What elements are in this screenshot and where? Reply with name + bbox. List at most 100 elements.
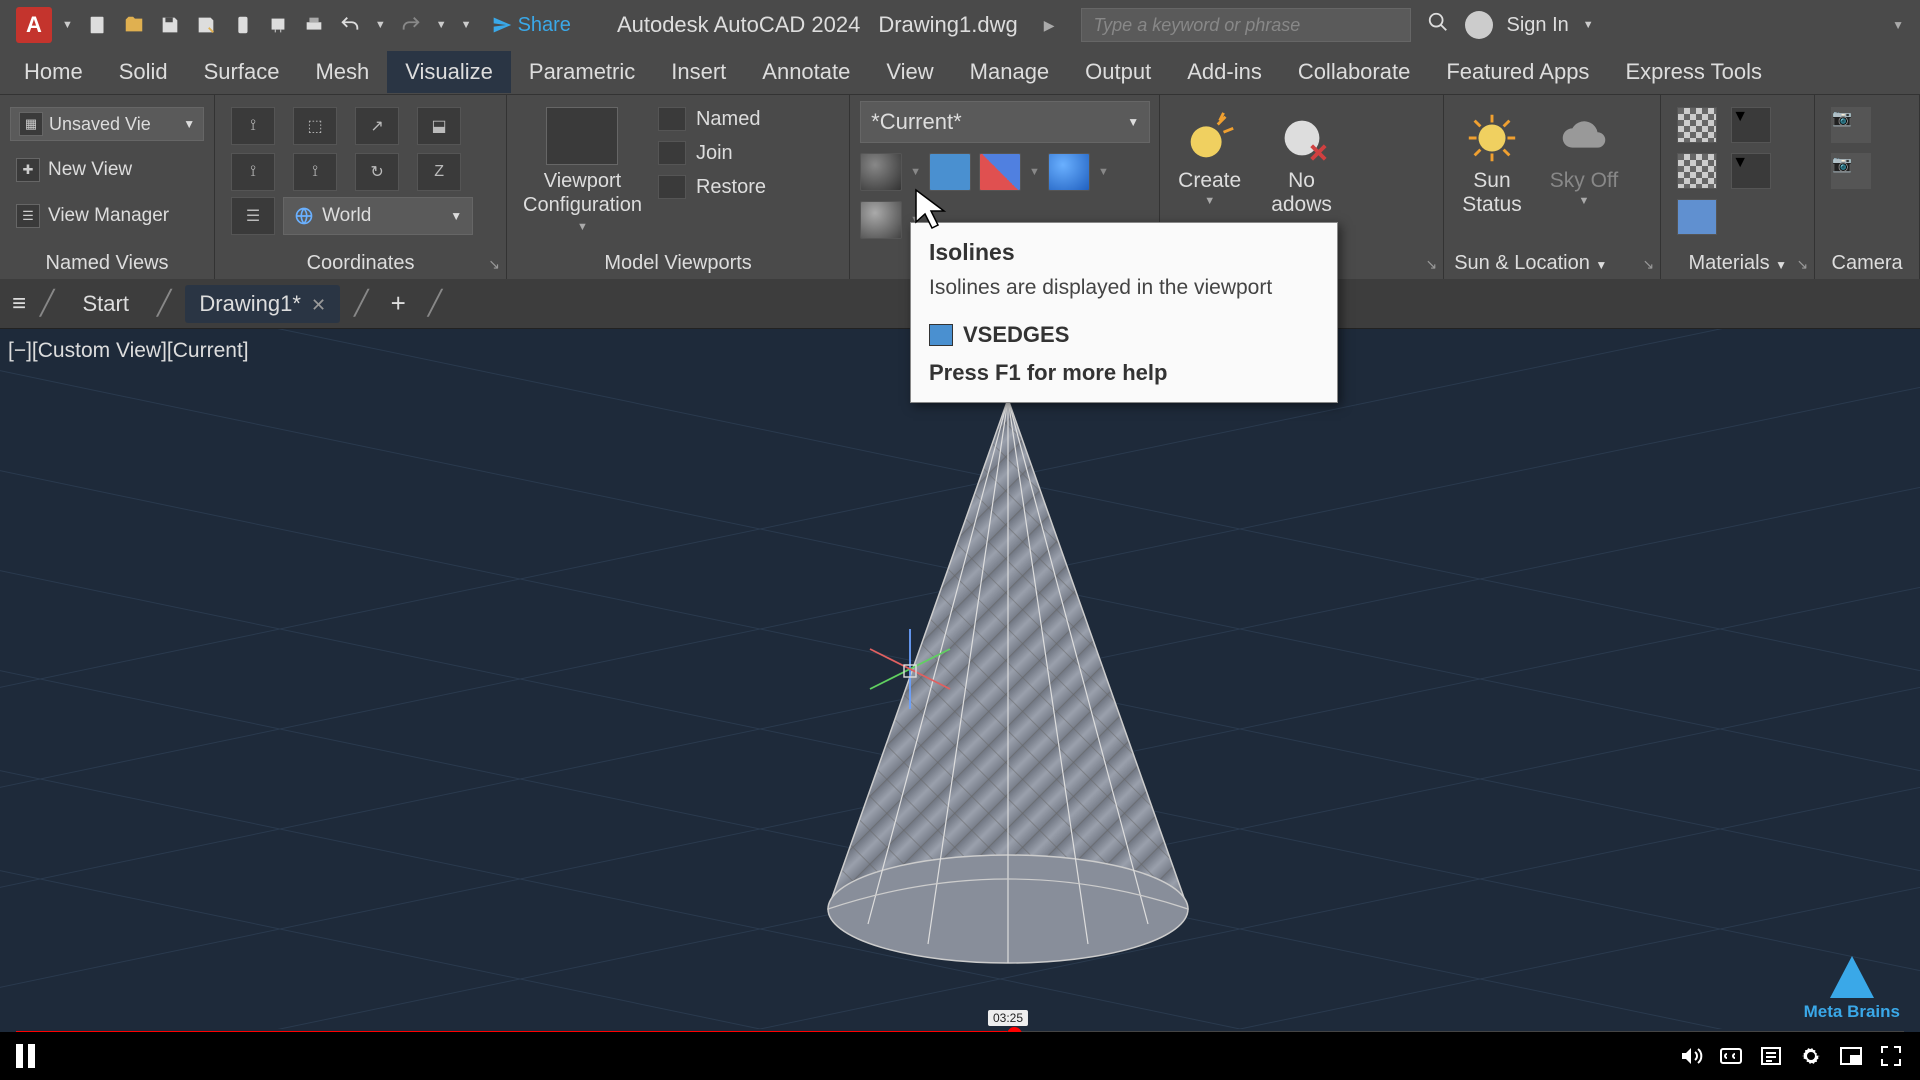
title-bar: A ▼ ▼ ▼ ▼ Share Autodesk AutoCAD 2024 Dr… <box>0 0 1920 50</box>
viewport-named-button[interactable]: Named <box>658 107 766 131</box>
tab-home[interactable]: Home <box>6 51 101 93</box>
panel-sun-location: Sun Status Sky Off ▼ Sun & Location ▼ ↘ <box>1444 95 1661 279</box>
materials-icon-5[interactable] <box>1677 199 1717 235</box>
sun-status-button[interactable]: Sun Status <box>1462 109 1522 217</box>
save-icon[interactable] <box>155 10 185 40</box>
ucs-icon-3[interactable]: ↗ <box>355 107 399 145</box>
panel-label-materials[interactable]: Materials ▼ <box>1661 252 1814 275</box>
tooltip-command: VSEDGES <box>963 322 1069 348</box>
view-combo[interactable]: ▦ Unsaved Vie ▼ <box>10 107 204 141</box>
tab-add-button[interactable]: + <box>383 288 414 319</box>
tab-express-tools[interactable]: Express Tools <box>1607 51 1780 93</box>
transcript-icon[interactable] <box>1758 1043 1784 1069</box>
ucs-icon-8[interactable]: Z <box>417 153 461 191</box>
pip-icon[interactable] <box>1838 1043 1864 1069</box>
undo-icon[interactable] <box>335 10 365 40</box>
app-icon[interactable]: A <box>16 7 52 43</box>
panel-expand-materials[interactable]: ↘ <box>1797 256 1809 273</box>
tab-mesh[interactable]: Mesh <box>297 51 387 93</box>
tab-start[interactable]: Start <box>68 285 142 323</box>
app-title: Autodesk AutoCAD 2024 <box>617 12 860 38</box>
settings-icon[interactable] <box>1798 1043 1824 1069</box>
panel-label-sun[interactable]: Sun & Location ▼ <box>1444 252 1660 275</box>
open-icon[interactable] <box>119 10 149 40</box>
tab-addins[interactable]: Add-ins <box>1169 51 1280 93</box>
viewport-restore-button[interactable]: Restore <box>658 175 766 199</box>
share-button[interactable]: Share <box>482 14 581 37</box>
search-input[interactable]: Type a keyword or phrase <box>1081 8 1411 42</box>
ucs-icon-4[interactable]: ⬓ <box>417 107 461 145</box>
tab-parametric[interactable]: Parametric <box>511 51 653 93</box>
redo-dropdown[interactable]: ▼ <box>432 19 451 31</box>
tab-collaborate[interactable]: Collaborate <box>1280 51 1429 93</box>
captions-icon[interactable] <box>1718 1043 1744 1069</box>
panel-expand-sun[interactable]: ↘ <box>1643 256 1655 273</box>
tab-solid[interactable]: Solid <box>101 51 186 93</box>
tab-insert[interactable]: Insert <box>653 51 744 93</box>
tab-output[interactable]: Output <box>1067 51 1169 93</box>
ucs-cursor-icon <box>850 609 970 729</box>
ucs-icon-6[interactable]: ⟟ <box>293 153 337 191</box>
no-shadows-button[interactable]: No adows <box>1271 109 1332 217</box>
sign-in-button[interactable]: Sign In <box>1507 14 1569 37</box>
xray-button[interactable] <box>860 201 902 239</box>
file-arrow-icon[interactable]: ▶ <box>1044 17 1055 34</box>
view-manager-button[interactable]: ☰ View Manager <box>10 200 175 232</box>
redo-icon[interactable] <box>396 10 426 40</box>
titlebar-dropdown[interactable]: ▼ <box>1892 18 1904 32</box>
ucs-named-icon[interactable]: ☰ <box>231 197 275 235</box>
fullscreen-icon[interactable] <box>1878 1043 1904 1069</box>
plot-icon[interactable] <box>263 10 293 40</box>
shaded-button[interactable] <box>1048 153 1090 191</box>
materials-browser-icon[interactable] <box>1677 107 1717 143</box>
tab-annotate[interactable]: Annotate <box>744 51 868 93</box>
sign-in-dropdown[interactable]: ▼ <box>1579 19 1598 31</box>
web-mobile-icon[interactable] <box>227 10 257 40</box>
cone-model[interactable] <box>768 389 1248 1009</box>
isolines-button[interactable] <box>860 153 902 191</box>
tab-featured-apps[interactable]: Featured Apps <box>1428 51 1607 93</box>
model-viewport[interactable]: [−][Custom View][Current] <box>0 329 1920 1032</box>
undo-dropdown[interactable]: ▼ <box>371 19 390 31</box>
save-as-icon[interactable] <box>191 10 221 40</box>
viewport-config-button[interactable]: Viewport Configuration ▼ <box>523 107 642 233</box>
tab-manage[interactable]: Manage <box>952 51 1068 93</box>
print-icon[interactable] <box>299 10 329 40</box>
panel-named-views: ▦ Unsaved Vie ▼ ✚ New View ☰ View Manage… <box>0 95 215 279</box>
ucs-icon-5[interactable]: ⟟ <box>231 153 275 191</box>
world-combo[interactable]: World ▼ <box>283 197 473 235</box>
qat-dropdown[interactable]: ▼ <box>457 19 476 31</box>
new-view-button[interactable]: ✚ New View <box>10 154 138 186</box>
viewport-join-button[interactable]: Join <box>658 141 766 165</box>
ucs-icon-2[interactable]: ⬚ <box>293 107 337 145</box>
app-menu-dropdown[interactable]: ▼ <box>58 19 77 31</box>
globe-icon <box>294 206 314 226</box>
ucs-icon-1[interactable]: ⟟ <box>231 107 275 145</box>
visual-style-combo[interactable]: *Current* ▼ <box>860 101 1150 143</box>
tab-drawing1[interactable]: Drawing1* ✕ <box>185 285 340 323</box>
camera-show-icon[interactable]: 📷 <box>1831 153 1871 189</box>
ucs-icon-7[interactable]: ↻ <box>355 153 399 191</box>
user-avatar-icon[interactable] <box>1465 11 1493 39</box>
panel-expand-lights[interactable]: ↘ <box>1425 256 1437 273</box>
create-light-button[interactable]: Create ▼ <box>1178 109 1241 217</box>
volume-icon[interactable] <box>1678 1043 1704 1069</box>
tab-view[interactable]: View <box>868 51 951 93</box>
materials-icon-4[interactable]: ▼ <box>1731 153 1771 189</box>
face-color-button[interactable] <box>979 153 1021 191</box>
search-icon[interactable] <box>1427 11 1449 39</box>
new-icon[interactable] <box>83 10 113 40</box>
materials-icon-2[interactable]: ▼ <box>1731 107 1771 143</box>
tab-visualize[interactable]: Visualize <box>387 51 511 93</box>
tab-surface[interactable]: Surface <box>186 51 298 93</box>
viewport-config-label: Viewport Configuration <box>523 169 642 217</box>
sky-off-button[interactable]: Sky Off ▼ <box>1550 109 1618 217</box>
tab-menu-icon[interactable]: ≡ <box>12 290 26 318</box>
panel-label-coordinates: Coordinates <box>215 252 506 275</box>
materials-icon-3[interactable] <box>1677 153 1717 189</box>
panel-expand-coordinates[interactable]: ↘ <box>488 256 500 273</box>
tab-close-icon[interactable]: ✕ <box>311 295 326 315</box>
panel-camera: 📷 📷 Camera <box>1815 95 1920 279</box>
pause-button[interactable] <box>16 1044 42 1068</box>
camera-create-icon[interactable]: 📷 <box>1831 107 1871 143</box>
